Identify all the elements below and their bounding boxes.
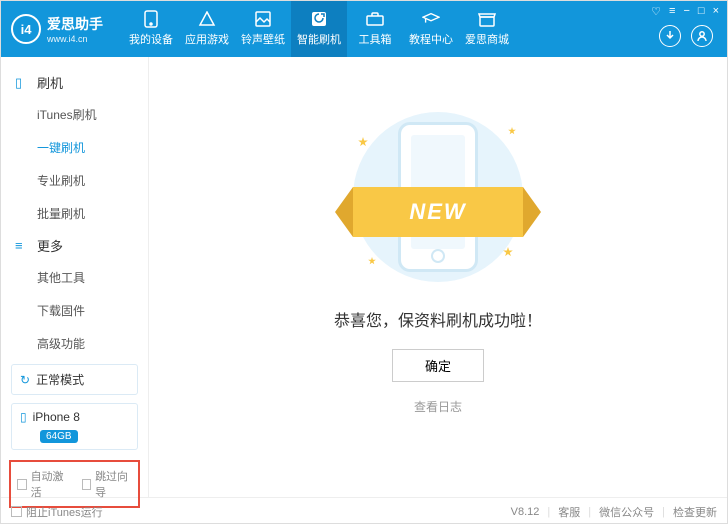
view-log-link[interactable]: 查看日志 [414, 398, 462, 415]
sidebar-group-flash: ▯刷机 [1, 67, 148, 98]
skip-guide-checkbox[interactable]: 跳过向导 [82, 468, 133, 500]
store-icon [478, 11, 496, 27]
nav-toolbox[interactable]: 工具箱 [347, 1, 403, 57]
nav-apps-games[interactable]: 应用游戏 [179, 1, 235, 57]
nav-smart-flash[interactable]: 智能刷机 [291, 1, 347, 57]
nav-store[interactable]: 爱思商城 [459, 1, 515, 57]
success-illustration: NEW [328, 107, 548, 287]
phone-icon: ▯ [15, 75, 29, 91]
minimize-icon[interactable]: − [683, 5, 689, 18]
wallpaper-icon [254, 11, 272, 27]
main-content: NEW 恭喜您，保资料刷机成功啦！ 确定 查看日志 [149, 57, 727, 497]
options-panel: 自动激活 跳过向导 [9, 460, 140, 508]
new-ribbon: NEW [353, 187, 523, 237]
logo-subtitle: www.i4.cn [47, 34, 103, 44]
sidebar-item-other-tools[interactable]: 其他工具 [1, 261, 148, 294]
sidebar-item-advanced[interactable]: 高级功能 [1, 327, 148, 360]
titlebar-controls: ♡ ≡ − □ × [651, 5, 719, 18]
ok-button[interactable]: 确定 [392, 349, 484, 382]
close-icon[interactable]: × [713, 5, 719, 18]
auto-activate-checkbox[interactable]: 自动激活 [17, 468, 68, 500]
wechat-link[interactable]: 微信公众号 [599, 504, 654, 520]
download-icon[interactable] [659, 25, 681, 47]
check-update-link[interactable]: 检查更新 [673, 504, 717, 520]
support-link[interactable]: 客服 [558, 504, 580, 520]
sidebar-item-batch-flash[interactable]: 批量刷机 [1, 197, 148, 230]
nav-ringtones[interactable]: 铃声壁纸 [235, 1, 291, 57]
mode-indicator[interactable]: ↻正常模式 [11, 364, 138, 395]
nav-tutorials[interactable]: 教程中心 [403, 1, 459, 57]
maximize-icon[interactable]: □ [698, 5, 705, 18]
sidebar-item-itunes-flash[interactable]: iTunes刷机 [1, 98, 148, 131]
more-icon: ≡ [15, 238, 29, 253]
tutorial-icon [422, 11, 440, 27]
cart-icon[interactable]: ♡ [651, 5, 661, 18]
device-name: iPhone 8 [33, 410, 80, 424]
main-nav: 我的设备 应用游戏 铃声壁纸 智能刷机 工具箱 教程中心 爱思商城 [123, 1, 515, 57]
sidebar: ▯刷机 iTunes刷机 一键刷机 专业刷机 批量刷机 ≡更多 其他工具 下载固… [1, 57, 149, 497]
logo[interactable]: i4 爱思助手 www.i4.cn [11, 14, 103, 44]
block-itunes-checkbox[interactable]: 阻止iTunes运行 [11, 504, 103, 520]
refresh-icon: ↻ [20, 373, 30, 387]
version-label: V8.12 [511, 506, 540, 518]
menu-icon[interactable]: ≡ [669, 5, 675, 18]
sidebar-item-pro-flash[interactable]: 专业刷机 [1, 164, 148, 197]
sidebar-item-download-firmware[interactable]: 下载固件 [1, 294, 148, 327]
logo-title: 爱思助手 [47, 14, 103, 34]
phone-small-icon: ▯ [20, 410, 27, 424]
header: i4 爱思助手 www.i4.cn 我的设备 应用游戏 铃声壁纸 智能刷机 工具… [1, 1, 727, 57]
device-indicator[interactable]: ▯ iPhone 8 64GB [11, 403, 138, 450]
success-message: 恭喜您，保资料刷机成功啦！ [334, 307, 542, 331]
flash-icon [310, 11, 328, 27]
device-icon [142, 11, 160, 27]
storage-badge: 64GB [40, 430, 78, 443]
nav-my-device[interactable]: 我的设备 [123, 1, 179, 57]
logo-icon: i4 [11, 14, 41, 44]
user-icon[interactable] [691, 25, 713, 47]
apps-icon [198, 11, 216, 27]
toolbox-icon [366, 11, 384, 27]
sidebar-item-oneclick-flash[interactable]: 一键刷机 [1, 131, 148, 164]
sidebar-group-more: ≡更多 [1, 230, 148, 261]
